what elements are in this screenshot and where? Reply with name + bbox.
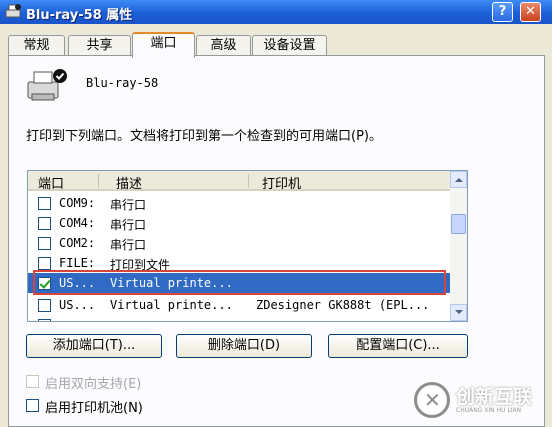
port-checkbox[interactable] (38, 299, 51, 312)
port-list[interactable]: 端口 描述 打印机 COM9: 串行口 COM4: 串行口 COM2: 串行口 … (27, 170, 468, 322)
scroll-down-icon[interactable] (450, 304, 467, 321)
list-item[interactable]: US... Virtual printe... ZDesigner GK888t… (28, 295, 452, 315)
title-bar: Blu-ray-58 属性 ? ✕ (0, 0, 552, 24)
list-item[interactable] (28, 315, 452, 321)
vertical-scrollbar[interactable] (450, 171, 467, 321)
scroll-up-icon[interactable] (450, 171, 467, 188)
port-checkbox[interactable] (38, 319, 51, 321)
port-checkbox[interactable] (38, 237, 51, 250)
watermark-brand: 创新互联 (456, 386, 533, 408)
port-checkbox[interactable] (38, 257, 51, 270)
list-header: 端口 描述 打印机 (28, 171, 452, 192)
printer-icon (27, 69, 67, 101)
tab-general[interactable]: 常规 (8, 35, 65, 57)
brand-logo-icon (414, 382, 450, 418)
column-header-port[interactable]: 端口 (38, 173, 64, 192)
port-checkbox[interactable] (38, 217, 51, 230)
configure-port-button[interactable]: 配置端口(C)... (328, 334, 468, 358)
watermark: 创新互联 CHUANG XIN HU LIAN (414, 382, 548, 418)
watermark-subtitle: CHUANG XIN HU LIAN (456, 407, 522, 414)
instruction-text: 打印到下列端口。文档将打印到第一个检查到的可用端口(P)。 (26, 129, 382, 144)
bidirectional-label: 启用双向支持(E) (45, 377, 142, 392)
pooling-checkbox[interactable] (26, 399, 39, 412)
tab-advanced[interactable]: 高级 (196, 35, 251, 57)
delete-port-button[interactable]: 删除端口(D) (176, 334, 312, 358)
column-header-printer[interactable]: 打印机 (262, 173, 301, 192)
pooling-label: 启用打印机池(N) (45, 401, 143, 416)
help-button[interactable]: ? (492, 2, 513, 22)
tab-ports[interactable]: 端口 (132, 32, 195, 58)
column-divider[interactable] (248, 174, 249, 188)
list-item[interactable]: COM4: 串行口 (28, 213, 452, 233)
tab-device-settings[interactable]: 设备设置 (252, 35, 327, 57)
window-title: Blu-ray-58 属性 (26, 8, 133, 23)
bidirectional-checkbox[interactable] (26, 375, 39, 388)
scroll-thumb[interactable] (451, 214, 466, 234)
printer-name: Blu-ray-58 (86, 76, 159, 90)
column-divider[interactable] (98, 174, 99, 188)
port-checkbox[interactable] (38, 197, 51, 210)
column-header-description[interactable]: 描述 (116, 173, 142, 192)
add-port-button[interactable]: 添加端口(T)... (26, 334, 162, 358)
list-item[interactable]: COM9: 串行口 (28, 193, 452, 213)
tab-sharing[interactable]: 共享 (68, 35, 131, 57)
close-button[interactable]: ✕ (520, 2, 541, 22)
highlight-outline (33, 270, 446, 295)
list-item[interactable]: COM2: 串行口 (28, 233, 452, 253)
printer-icon (5, 4, 21, 18)
